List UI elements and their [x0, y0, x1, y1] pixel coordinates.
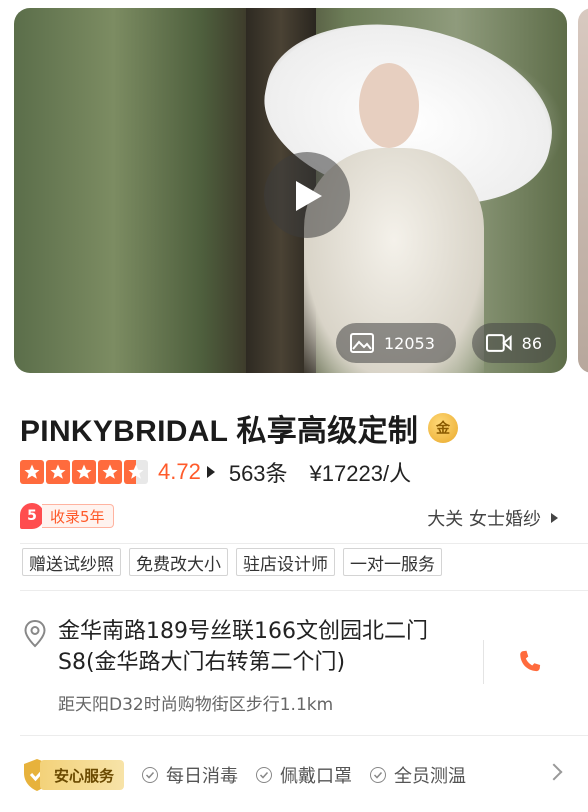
collected-years-icon: 5	[20, 503, 44, 529]
feature-tag: 赠送试纱照	[22, 548, 121, 576]
caret-right-icon	[551, 513, 558, 523]
review-count[interactable]: 563条	[229, 456, 288, 488]
shop-title: PINKYBRIDAL 私享高级定制 金	[20, 406, 459, 450]
photo-count-pill[interactable]: 12053	[336, 323, 456, 363]
divider	[20, 590, 588, 591]
divider	[20, 543, 588, 544]
check-circle-icon	[370, 767, 387, 783]
feature-tag: 免费改大小	[129, 548, 228, 576]
chevron-right-icon[interactable]	[545, 763, 563, 781]
star-icon	[46, 460, 70, 484]
divider	[20, 735, 588, 736]
next-media-card[interactable]	[578, 8, 588, 373]
hero-media[interactable]: 12053 86	[14, 8, 567, 373]
location-pin-icon	[24, 620, 46, 648]
half-star-icon	[124, 460, 148, 484]
star-icon	[98, 460, 122, 484]
feature-tag: 一对一服务	[343, 548, 442, 576]
safety-service-strip[interactable]: 安心服务 每日消毒 佩戴口罩 全员测温	[22, 758, 466, 792]
shop-name: PINKYBRIDAL 私享高级定制	[20, 415, 419, 448]
average-price: ¥17223/人	[309, 461, 412, 486]
video-camera-icon	[486, 334, 512, 352]
shop-address[interactable]: 金华南路189号丝联166文创园北二门S8(金华路大门右转第二个门)	[58, 616, 468, 678]
region-category: 大关 女士婚纱	[427, 509, 541, 530]
vertical-divider	[483, 640, 484, 684]
service-label: 安心服务	[40, 760, 125, 790]
rating-score: 4.72	[158, 459, 201, 484]
feature-tag: 驻店设计师	[236, 548, 335, 576]
star-rating	[20, 460, 148, 484]
feature-tags: 赠送试纱照 免费改大小 驻店设计师 一对一服务	[22, 548, 442, 576]
play-button[interactable]	[264, 152, 350, 238]
collected-badge: 5 收录5年	[20, 503, 114, 529]
image-icon	[350, 333, 374, 353]
photo-count: 12053	[384, 333, 435, 353]
star-icon	[20, 460, 44, 484]
video-count: 86	[521, 333, 542, 353]
play-icon	[296, 181, 322, 211]
caret-right-icon	[206, 466, 215, 478]
rating-row[interactable]: 4.72 563条 ¥17223/人	[20, 456, 411, 488]
collected-label: 收录5年	[42, 504, 114, 528]
service-item: 全员测温	[370, 762, 466, 788]
region-category-link[interactable]: 大关 女士婚纱	[427, 505, 558, 531]
service-item: 佩戴口罩	[256, 762, 352, 788]
star-icon	[72, 460, 96, 484]
distance-info: 距天阳D32时尚购物街区步行1.1km	[58, 695, 334, 715]
video-count-pill[interactable]: 86	[472, 323, 556, 363]
gold-medal-icon: 金	[428, 413, 459, 443]
model-face	[359, 63, 419, 148]
check-circle-icon	[142, 767, 159, 783]
service-item: 每日消毒	[142, 762, 238, 788]
phone-icon[interactable]	[515, 648, 545, 678]
check-circle-icon	[256, 767, 273, 783]
